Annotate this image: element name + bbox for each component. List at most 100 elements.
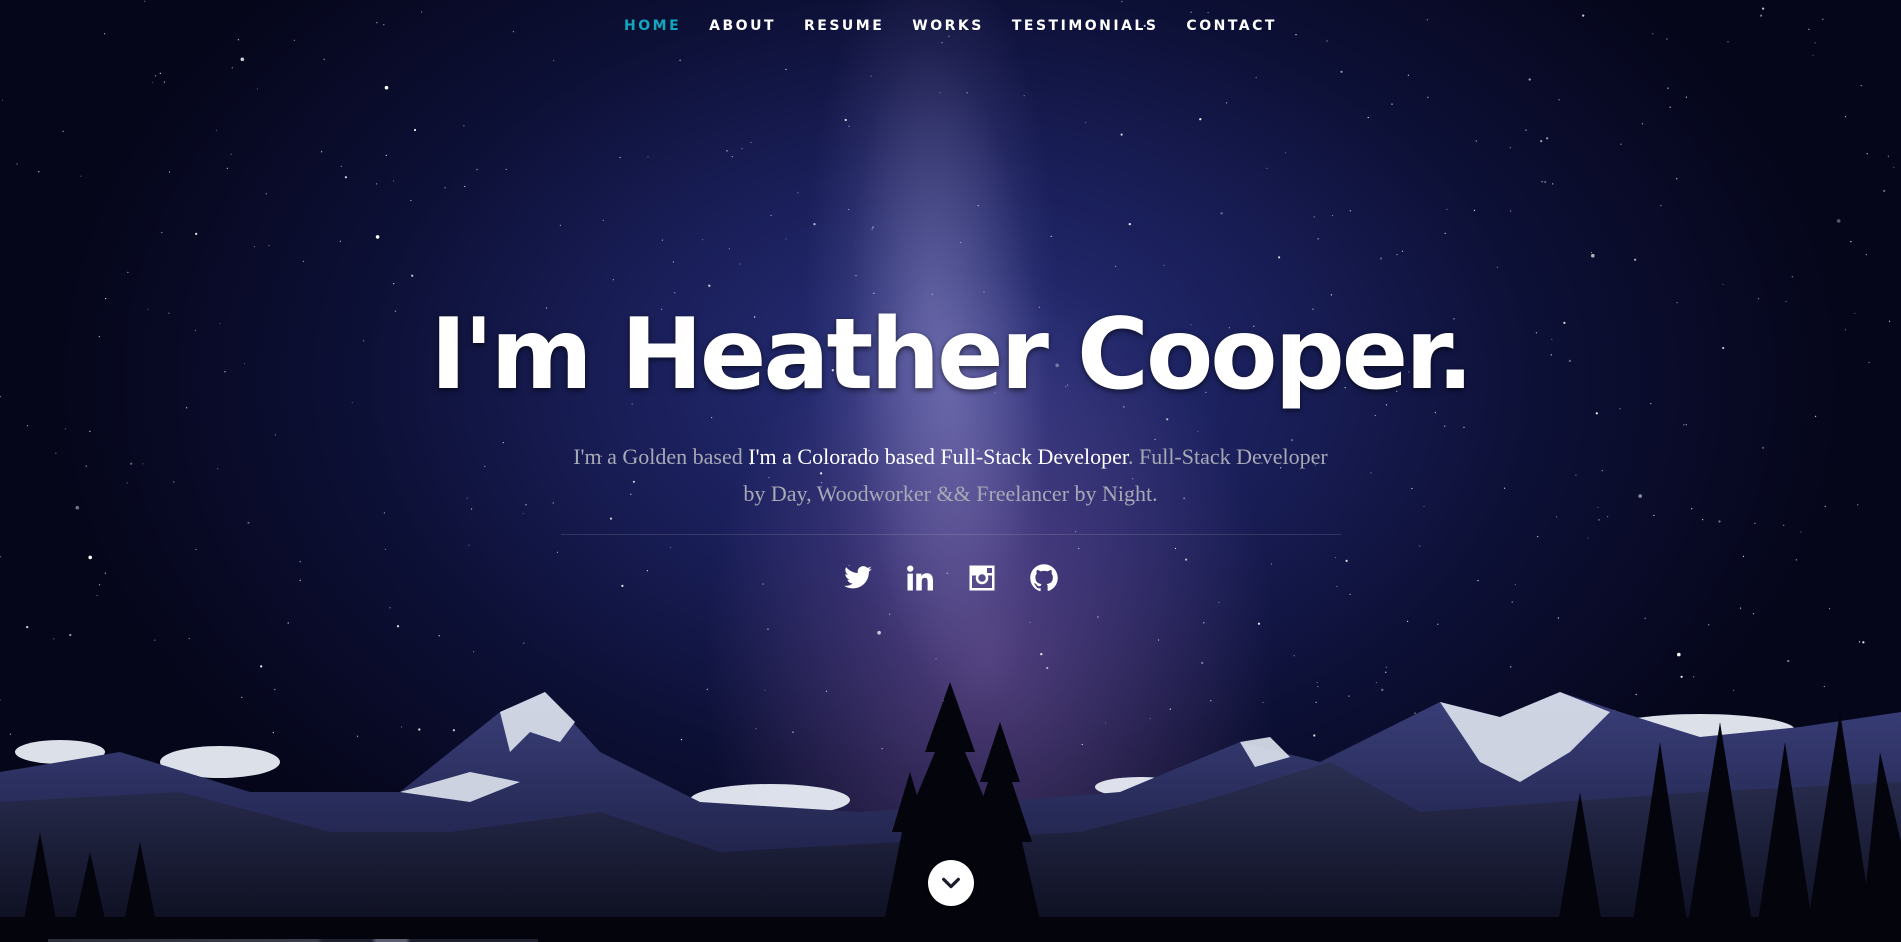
star bbox=[463, 125, 465, 127]
star bbox=[1340, 70, 1343, 73]
nav-works[interactable]: WORKS bbox=[898, 18, 998, 34]
star bbox=[612, 279, 614, 281]
star bbox=[679, 59, 681, 61]
star bbox=[728, 248, 731, 250]
star bbox=[240, 57, 245, 62]
star bbox=[1444, 232, 1446, 234]
star bbox=[750, 141, 752, 144]
star bbox=[1040, 653, 1043, 656]
star bbox=[1396, 254, 1398, 256]
star bbox=[410, 199, 412, 202]
star bbox=[1097, 616, 1099, 618]
star bbox=[188, 638, 190, 640]
star bbox=[127, 271, 129, 273]
star bbox=[411, 274, 414, 277]
star bbox=[1641, 123, 1644, 125]
star bbox=[1313, 216, 1315, 218]
star bbox=[1787, 659, 1790, 663]
star bbox=[741, 148, 743, 150]
star bbox=[935, 658, 937, 660]
star bbox=[302, 260, 304, 262]
star bbox=[216, 129, 218, 131]
star bbox=[1558, 99, 1560, 101]
star bbox=[1677, 652, 1681, 657]
star bbox=[1385, 671, 1387, 673]
github-link[interactable] bbox=[1027, 561, 1061, 595]
nav-contact[interactable]: CONTACT bbox=[1172, 18, 1291, 34]
star bbox=[159, 72, 161, 74]
star bbox=[960, 241, 962, 244]
linkedin-link[interactable] bbox=[903, 561, 937, 595]
star bbox=[1634, 258, 1637, 261]
star bbox=[464, 185, 466, 188]
star bbox=[1367, 116, 1369, 119]
star bbox=[770, 214, 772, 217]
star bbox=[1812, 54, 1814, 56]
star bbox=[1557, 617, 1559, 619]
star bbox=[1590, 251, 1593, 254]
star bbox=[1473, 209, 1476, 211]
star bbox=[553, 59, 555, 62]
twitter-link[interactable] bbox=[841, 561, 875, 595]
star bbox=[1541, 181, 1543, 183]
star bbox=[1496, 266, 1498, 269]
star bbox=[672, 261, 675, 263]
star bbox=[38, 171, 40, 173]
star bbox=[1862, 641, 1865, 644]
star bbox=[473, 651, 475, 653]
star bbox=[731, 156, 733, 158]
star bbox=[1115, 265, 1117, 267]
star bbox=[1511, 601, 1513, 603]
star bbox=[1685, 96, 1687, 98]
nav-home[interactable]: HOME bbox=[610, 18, 695, 34]
star bbox=[1591, 253, 1595, 258]
main-nav: HOME ABOUT RESUME WORKS TESTIMONIALS CON… bbox=[0, 0, 1901, 54]
social-links bbox=[0, 561, 1901, 595]
instagram-link[interactable] bbox=[965, 561, 999, 595]
star bbox=[384, 85, 389, 90]
tagline: I'm a Golden based I'm a Colorado based … bbox=[571, 438, 1331, 512]
star bbox=[1722, 283, 1724, 285]
star bbox=[1163, 264, 1165, 266]
nav-testimonials[interactable]: TESTIMONIALS bbox=[998, 18, 1173, 34]
star bbox=[152, 81, 154, 83]
star bbox=[444, 187, 446, 189]
star bbox=[344, 176, 347, 179]
star bbox=[1887, 155, 1889, 157]
star bbox=[872, 226, 874, 228]
star bbox=[871, 228, 873, 230]
star bbox=[855, 275, 857, 277]
scroll-down-button[interactable] bbox=[928, 860, 974, 906]
star bbox=[154, 639, 156, 641]
nav-resume[interactable]: RESUME bbox=[790, 18, 898, 34]
star bbox=[376, 183, 378, 185]
star bbox=[375, 235, 380, 239]
star bbox=[559, 224, 562, 226]
star bbox=[1446, 208, 1448, 210]
star bbox=[1858, 641, 1861, 643]
star bbox=[161, 232, 163, 234]
star bbox=[1676, 178, 1678, 180]
star bbox=[619, 156, 621, 159]
star bbox=[1401, 250, 1404, 252]
star bbox=[1218, 601, 1220, 604]
star bbox=[844, 118, 847, 122]
star bbox=[1865, 254, 1867, 256]
star bbox=[393, 180, 395, 182]
star bbox=[1226, 102, 1228, 104]
star bbox=[1667, 87, 1669, 89]
star bbox=[1866, 153, 1868, 155]
star bbox=[1046, 666, 1049, 670]
star bbox=[1552, 183, 1554, 185]
star bbox=[1850, 241, 1852, 243]
star bbox=[1023, 95, 1025, 97]
star bbox=[340, 165, 342, 167]
star bbox=[321, 151, 323, 153]
nav-about[interactable]: ABOUT bbox=[695, 18, 790, 34]
star bbox=[1752, 613, 1755, 615]
star bbox=[1644, 617, 1646, 619]
star bbox=[939, 92, 941, 94]
star bbox=[1510, 666, 1512, 668]
star bbox=[1128, 223, 1131, 226]
star bbox=[708, 284, 711, 287]
